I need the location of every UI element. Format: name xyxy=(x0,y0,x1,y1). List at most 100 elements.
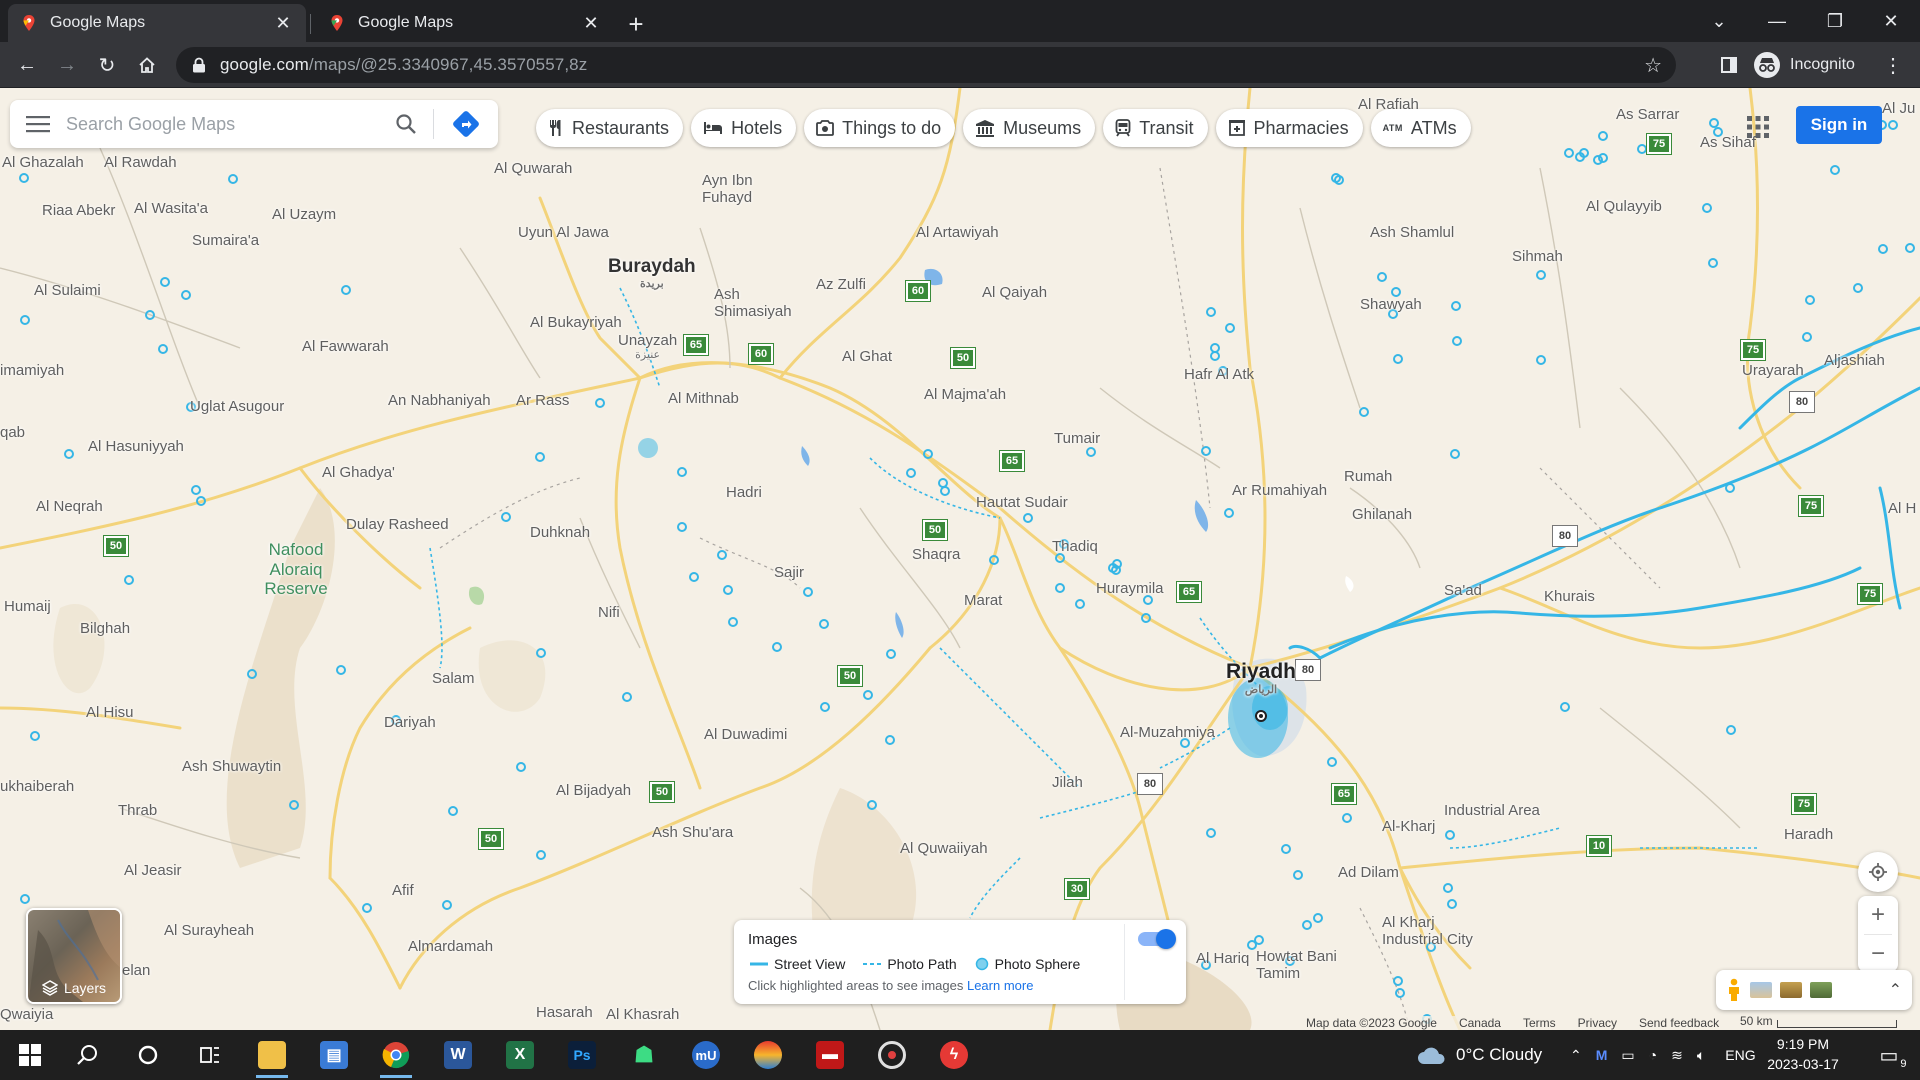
place-label[interactable]: Ash Shimasiyah xyxy=(714,286,800,321)
media-app-taskbar[interactable]: ▬ xyxy=(806,1035,854,1075)
place-label[interactable]: Dulay Rasheed xyxy=(346,516,449,533)
place-label[interactable]: Salam xyxy=(432,670,475,687)
photoshop-taskbar[interactable]: Ps xyxy=(558,1035,606,1075)
volume-icon[interactable]: 🔈︎ xyxy=(1697,1047,1705,1064)
place-label[interactable]: Shawyah xyxy=(1360,296,1422,313)
wifi-icon[interactable]: ≋ xyxy=(1671,1047,1683,1064)
tab-close-icon[interactable]: ✕ xyxy=(272,12,294,34)
place-label[interactable]: Al Qaiyah xyxy=(982,284,1047,301)
place-label[interactable]: Nifi xyxy=(598,604,620,621)
imagery-thumbnail[interactable] xyxy=(1750,982,1772,998)
search-button[interactable] xyxy=(379,100,433,148)
place-label[interactable]: Al Quwarah xyxy=(494,160,572,177)
tray-expand-chevron-icon[interactable]: ⌃ xyxy=(1570,1047,1582,1064)
place-label[interactable]: Al Ju xyxy=(1882,100,1915,117)
zoom-out-button[interactable]: − xyxy=(1871,935,1885,972)
place-label[interactable]: Ash Shu'ara xyxy=(652,824,733,841)
terms-link[interactable]: Terms xyxy=(1523,1016,1556,1030)
place-label[interactable]: Al Neqrah xyxy=(36,498,103,515)
minimize-button[interactable]: — xyxy=(1748,0,1806,42)
chip-pharmacies[interactable]: Pharmacies xyxy=(1215,109,1363,147)
place-label[interactable]: elan xyxy=(122,962,150,979)
chip-things-to-do[interactable]: Things to do xyxy=(804,109,956,147)
place-label[interactable]: Haradh xyxy=(1784,826,1833,843)
place-label[interactable]: Ghilanah xyxy=(1352,506,1412,523)
control-panel-taskbar[interactable]: ▤ xyxy=(310,1035,358,1075)
place-label[interactable]: Al-Kharj xyxy=(1382,818,1435,835)
sign-in-button[interactable]: Sign in xyxy=(1796,106,1882,144)
place-label[interactable]: Ayn Ibn Fuhayd xyxy=(702,172,762,207)
task-view-button[interactable] xyxy=(186,1035,234,1075)
place-label[interactable]: Uyun Al Jawa xyxy=(518,224,609,241)
tray-app-icon[interactable]: M xyxy=(1596,1047,1608,1063)
place-label[interactable]: Thrab xyxy=(118,802,157,819)
bookmark-star-icon[interactable]: ☆ xyxy=(1644,53,1662,78)
place-label[interactable]: Al Wasita'a xyxy=(134,200,208,217)
place-label[interactable]: Ar Rass xyxy=(516,392,569,409)
place-label[interactable]: Riaa Abekr xyxy=(42,202,115,219)
layers-button[interactable]: Layers xyxy=(26,908,122,1004)
place-label[interactable]: Al Qulayyib xyxy=(1586,198,1662,215)
place-label-buraydah[interactable]: Buraydah بريدة xyxy=(608,256,696,290)
file-explorer-taskbar[interactable] xyxy=(248,1035,296,1078)
start-button[interactable] xyxy=(6,1035,54,1075)
place-label-nafood-reserve[interactable]: Nafood Aloraiq Reserve xyxy=(258,540,334,599)
place-label[interactable]: Al Rawdah xyxy=(104,154,177,171)
place-label[interactable]: Al Khasrah xyxy=(606,1006,679,1023)
place-label[interactable]: Ad Dilam xyxy=(1338,864,1399,881)
place-label[interactable]: Rumah xyxy=(1344,468,1392,485)
incognito-profile-button[interactable]: Incognito xyxy=(1754,49,1855,81)
cortana-button[interactable] xyxy=(124,1035,172,1075)
android-app-taskbar[interactable]: ☗ xyxy=(620,1035,668,1075)
place-label[interactable]: Hautat Sudair xyxy=(976,494,1068,511)
menu-button[interactable] xyxy=(10,100,66,148)
pegman-icon[interactable] xyxy=(1726,978,1742,1002)
battery-icon[interactable]: ▭ xyxy=(1621,1047,1634,1064)
place-label[interactable]: Sajir xyxy=(774,564,804,581)
search-input[interactable] xyxy=(66,113,379,135)
place-label[interactable]: Ash Shuwaytin xyxy=(182,758,281,775)
place-label[interactable]: Al Kharj Industrial City xyxy=(1382,914,1482,949)
place-label[interactable]: Hadri xyxy=(726,484,762,501)
place-label[interactable]: Uglat Asugour xyxy=(190,398,284,415)
home-button[interactable] xyxy=(130,48,164,82)
place-label[interactable]: Al Quwaiiyah xyxy=(900,840,988,857)
place-label[interactable]: Qwaiyia xyxy=(0,1006,53,1023)
place-label[interactable]: Sumaira'a xyxy=(192,232,259,249)
place-label[interactable]: Al Majma'ah xyxy=(924,386,1006,403)
place-label[interactable]: Al Ghat xyxy=(842,348,892,365)
privacy-link[interactable]: Privacy xyxy=(1578,1016,1617,1030)
place-label[interactable]: Humaij xyxy=(4,598,51,615)
place-label[interactable]: Al Duwadimi xyxy=(704,726,787,743)
place-label[interactable]: Al Ghadya' xyxy=(322,464,395,481)
address-bar[interactable]: google.com/maps/@25.3340967,45.3570557,8… xyxy=(176,47,1676,83)
send-feedback-link[interactable]: Send feedback xyxy=(1639,1016,1719,1030)
place-label[interactable]: Al Artawiyah xyxy=(916,224,999,241)
place-label[interactable]: Al Bukayriyah xyxy=(530,314,622,331)
place-label[interactable]: Urayarah xyxy=(1742,362,1804,379)
place-label[interactable]: Hasarah xyxy=(536,1004,593,1021)
expand-chevron-icon[interactable]: ⌃ xyxy=(1889,980,1902,1000)
place-label[interactable]: Al Hisu xyxy=(86,704,134,721)
place-label[interactable]: Al Hasuniyyah xyxy=(88,438,184,455)
place-label[interactable]: Marat xyxy=(964,592,1002,609)
notification-center-button[interactable]: ▭ 9 xyxy=(1864,1030,1914,1080)
place-label[interactable]: Ar Rumahiyah xyxy=(1232,482,1327,499)
chip-atms[interactable]: ATM ATMs xyxy=(1370,109,1471,147)
restore-button[interactable]: ❐ xyxy=(1806,0,1864,42)
place-label[interactable]: Afif xyxy=(392,882,414,899)
zoom-in-button[interactable]: + xyxy=(1871,896,1885,934)
tab-close-icon[interactable]: ✕ xyxy=(580,12,602,34)
place-label[interactable]: qab xyxy=(0,424,25,441)
excel-taskbar[interactable]: X xyxy=(496,1035,544,1075)
place-label[interactable]: ukhaiberah xyxy=(0,778,74,795)
reload-button[interactable]: ↻ xyxy=(90,48,124,82)
place-label[interactable]: Hafr Al Atk xyxy=(1184,366,1254,383)
place-label[interactable]: Az Zulfi xyxy=(816,276,866,293)
place-label[interactable]: Tumair xyxy=(1054,430,1100,447)
place-label[interactable]: Al-Muzahmiya xyxy=(1120,724,1215,741)
chip-restaurants[interactable]: Restaurants xyxy=(536,109,684,147)
word-taskbar[interactable]: W xyxy=(434,1035,482,1075)
place-label[interactable]: Al Ghazalah xyxy=(2,154,84,171)
taskbar-clock[interactable]: 9:19 PM 2023-03-17 xyxy=(1762,1034,1844,1074)
